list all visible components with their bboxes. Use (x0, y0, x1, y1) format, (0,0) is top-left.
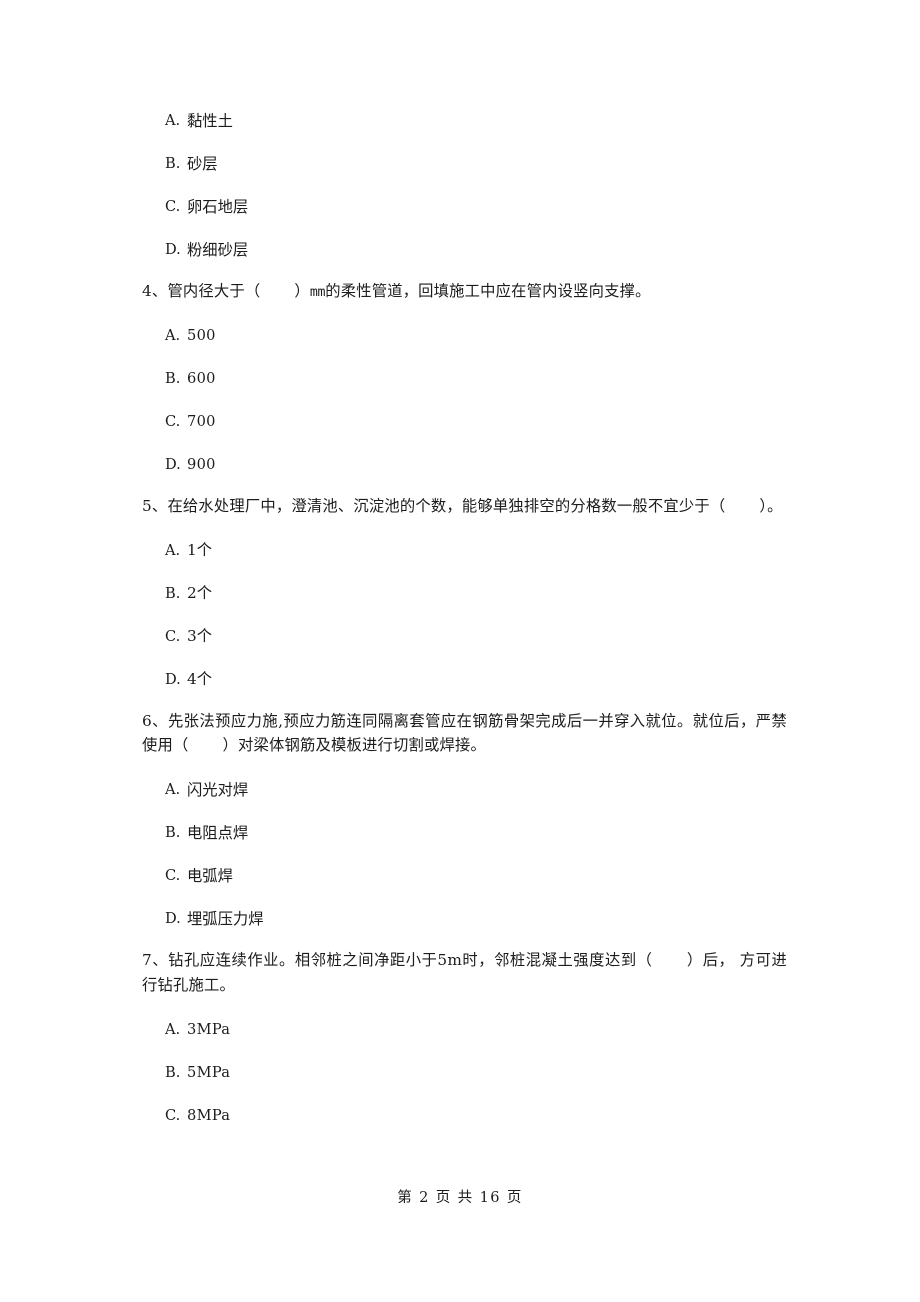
question-stem-5: 5、在给水处理厂中，澄清池、沉淀池的个数，能够单独排空的分格数一般不宜少于（ ）。 (142, 494, 787, 519)
list-item[interactable]: D. 4个 (142, 659, 787, 702)
list-item[interactable]: A. 3MPa (142, 1009, 787, 1052)
option-list-continued: A. 黏性土 B. 砂层 C. 卵石地层 D. 粉细砂层 (142, 100, 787, 272)
option-letter: D. (165, 910, 181, 928)
question-number: 6、 (142, 711, 168, 730)
question-stem-6: 6、先张法预应力施,预应力筋连同隔离套管应在钢筋骨架完成后一并穿入就位。就位后，… (142, 709, 787, 759)
option-letter: C. (165, 198, 181, 216)
list-item[interactable]: C. 卵石地层 (142, 186, 787, 229)
list-item[interactable]: B. 5MPa (142, 1052, 787, 1095)
option-text: 闪光对焊 (187, 780, 249, 799)
list-item[interactable]: A. 500 (142, 315, 787, 358)
option-letter: A. (165, 112, 181, 130)
option-text: 5MPa (187, 1063, 231, 1081)
list-item[interactable]: D. 粉细砂层 (142, 229, 787, 272)
list-item[interactable]: C. 电弧焊 (142, 855, 787, 898)
question-text-after-blank: ）。 (759, 496, 783, 515)
option-letter: C. (165, 627, 181, 645)
list-item[interactable]: A. 1个 (142, 530, 787, 573)
option-text: 500 (187, 326, 216, 344)
list-item[interactable]: C. 8MPa (142, 1095, 787, 1138)
option-text: 埋弧压力焊 (187, 909, 264, 928)
question-text-before-blank: 钻孔应连续作业。相邻桩之间净距小于5m时，邻桩混凝土强度达到（ (168, 951, 653, 970)
option-text: 2个 (187, 584, 213, 603)
option-text: 8MPa (187, 1106, 231, 1124)
option-letter: A. (165, 541, 181, 559)
list-item[interactable]: B. 2个 (142, 573, 787, 616)
option-list-5: A. 1个 B. 2个 C. 3个 D. 4个 (142, 530, 787, 702)
option-list-4: A. 500 B. 600 C. 700 D. 900 (142, 315, 787, 487)
option-text: 1个 (187, 541, 213, 560)
option-text: 黏性土 (187, 111, 233, 130)
option-letter: D. (165, 241, 181, 259)
option-letter: D. (165, 670, 181, 688)
list-item[interactable]: B. 砂层 (142, 143, 787, 186)
option-text: 砂层 (187, 154, 218, 173)
option-text: 卵石地层 (187, 197, 249, 216)
question-text-after-blank: ）后， (686, 951, 735, 970)
list-item[interactable]: D. 埋弧压力焊 (142, 898, 787, 941)
option-letter: A. (165, 1020, 181, 1038)
question-text-after-blank: ） (294, 282, 310, 300)
option-letter: B. (165, 155, 181, 173)
option-letter: C. (165, 867, 181, 885)
list-item[interactable]: B. 电阻点焊 (142, 812, 787, 855)
option-letter: C. (165, 412, 181, 430)
option-list-7: A. 3MPa B. 5MPa C. 8MPa (142, 1009, 787, 1138)
option-letter: B. (165, 369, 181, 387)
option-text: 电阻点焊 (187, 823, 249, 842)
document-page: A. 黏性土 B. 砂层 C. 卵石地层 D. 粉细砂层 4、管内径大于（ ）mm… (0, 0, 920, 1302)
question-text-tail: 对梁体钢筋及模板进行切割或焊接。 (238, 736, 486, 755)
option-text: 700 (187, 412, 216, 430)
question-stem-7: 7、钻孔应连续作业。相邻桩之间净距小于5m时，邻桩混凝土强度达到（ ）后， 方可进… (142, 948, 787, 998)
page-content: A. 黏性土 B. 砂层 C. 卵石地层 D. 粉细砂层 4、管内径大于（ ）mm… (142, 100, 787, 1138)
question-number: 7、 (142, 951, 169, 970)
option-letter: D. (165, 455, 181, 473)
list-item[interactable]: A. 黏性土 (142, 100, 787, 143)
list-item[interactable]: C. 3个 (142, 616, 787, 659)
list-item[interactable]: C. 700 (142, 401, 787, 444)
option-letter: B. (165, 584, 181, 602)
question-unit: mm (309, 285, 326, 300)
option-text: 电弧焊 (187, 866, 233, 885)
option-text: 600 (187, 369, 216, 387)
option-list-6: A. 闪光对焊 B. 电阻点焊 C. 电弧焊 D. 埋弧压力焊 (142, 769, 787, 941)
question-text-after-blank: ） (222, 736, 238, 755)
option-text: 900 (187, 455, 216, 473)
question-number: 4、 (142, 282, 168, 300)
option-text: 3个 (187, 627, 213, 646)
option-letter: C. (165, 1106, 181, 1124)
question-text-tail: 的柔性管道，回填施工中应在管内设竖向支撑。 (325, 282, 651, 300)
page-footer: 第 2 页 共 16 页 (397, 1190, 523, 1206)
list-item[interactable]: B. 600 (142, 358, 787, 401)
question-stem-4: 4、管内径大于（ ）mm的柔性管道，回填施工中应在管内设竖向支撑。 (142, 279, 787, 304)
option-letter: B. (165, 824, 181, 842)
option-letter: B. (165, 1063, 181, 1081)
question-text-before-blank: 管内径大于（ (167, 282, 261, 300)
option-letter: A. (165, 326, 181, 344)
option-text: 3MPa (187, 1020, 231, 1038)
option-text: 粉细砂层 (187, 240, 249, 259)
question-text-before-blank: 在给水处理厂中，澄清池、沉淀池的个数，能够单独排空的分格数一般不宜少于（ (167, 496, 726, 515)
question-number: 5、 (142, 496, 168, 515)
option-text: 4个 (187, 670, 213, 689)
list-item[interactable]: A. 闪光对焊 (142, 769, 787, 812)
option-letter: A. (165, 781, 181, 799)
list-item[interactable]: D. 900 (142, 444, 787, 487)
